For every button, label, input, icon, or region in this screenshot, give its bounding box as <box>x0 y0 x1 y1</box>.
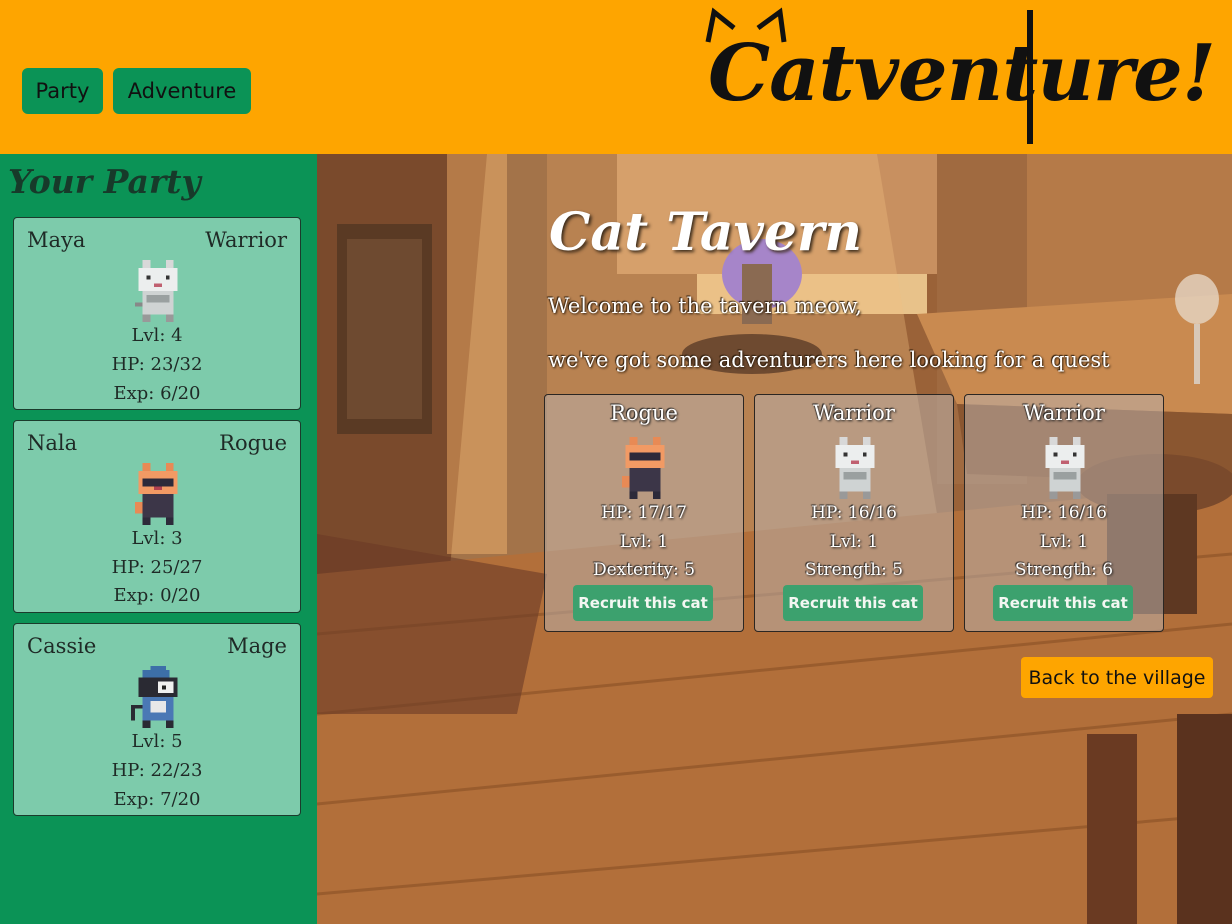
member-class: Warrior <box>205 228 287 252</box>
recruit-hp: HP: 16/16 <box>811 503 897 523</box>
recruit-button[interactable]: Recruit this cat <box>573 585 713 621</box>
recruit-level: Lvl: 1 <box>619 532 669 552</box>
recruit-button[interactable]: Recruit this cat <box>993 585 1133 621</box>
orange-cat-sprite-icon <box>134 463 178 525</box>
party-member-card: Nala Rogue Lvl: 3 HP: 25/27 Exp: 0/20 <box>13 420 301 613</box>
sidebar-title: Your Party <box>8 162 201 201</box>
member-exp: Exp: 7/20 <box>113 789 201 810</box>
recruit-stat: Dexterity: 5 <box>592 560 696 580</box>
party-member-card: Maya Warrior Lvl: 4 HP: 23/32 Exp: 6/20 <box>13 217 301 410</box>
member-hp: HP: 23/32 <box>111 354 203 375</box>
member-name: Nala <box>27 431 78 455</box>
party-nav-button[interactable]: Party <box>22 68 103 114</box>
tavern-title: Cat Tavern <box>549 202 863 263</box>
recruit-stat: Strength: 6 <box>1014 560 1114 580</box>
member-class: Mage <box>227 634 287 658</box>
recruit-card: Warrior HP: 16/16 Lvl: 1 Strength: 5 Rec… <box>754 394 954 632</box>
member-exp: Exp: 0/20 <box>113 585 201 606</box>
member-level: Lvl: 5 <box>131 731 183 752</box>
recruit-hp: HP: 17/17 <box>601 503 687 523</box>
member-name: Maya <box>27 228 86 252</box>
recruit-card: Rogue HP: 17/17 Lvl: 1 Dexterity: 5 Recr… <box>544 394 744 632</box>
recruit-class: Warrior <box>813 401 895 425</box>
recruit-card: Warrior HP: 16/16 Lvl: 1 Strength: 6 Rec… <box>964 394 1164 632</box>
top-header: Party Adventure Catventure! <box>0 0 1232 154</box>
wizard-cat-sprite-icon <box>130 666 178 728</box>
logo-text: Catventure! <box>708 28 1216 119</box>
party-sidebar: Your Party Maya Warrior Lvl: 4 HP: 23/32… <box>0 154 317 924</box>
recruit-level: Lvl: 1 <box>1039 532 1089 552</box>
member-name: Cassie <box>27 634 97 658</box>
member-hp: HP: 22/23 <box>111 760 203 781</box>
member-exp: Exp: 6/20 <box>113 383 201 404</box>
recruit-class: Rogue <box>610 401 678 425</box>
back-to-village-button[interactable]: Back to the village <box>1021 657 1213 698</box>
member-class: Rogue <box>219 431 287 455</box>
tavern-welcome-line: we've got some adventurers here looking … <box>548 348 1110 372</box>
white-cat-sprite-icon <box>835 437 875 499</box>
member-hp: HP: 25/27 <box>111 557 203 578</box>
orange-cat-sprite-icon <box>621 437 665 499</box>
recruit-button[interactable]: Recruit this cat <box>783 585 923 621</box>
white-cat-sprite-icon <box>134 260 178 322</box>
catventure-logo: Catventure! <box>700 6 1216 148</box>
adventure-nav-button[interactable]: Adventure <box>113 68 251 114</box>
member-level: Lvl: 3 <box>131 528 183 549</box>
tavern-welcome-line: Welcome to the tavern meow, <box>548 294 862 318</box>
recruit-stat: Strength: 5 <box>804 560 904 580</box>
tavern-scene: Cat Tavern Welcome to the tavern meow, w… <box>317 154 1232 924</box>
recruit-class: Warrior <box>1023 401 1105 425</box>
party-member-card: Cassie Mage Lvl: 5 HP: 22/23 Exp: 7/20 <box>13 623 301 816</box>
white-cat-sprite-icon <box>1045 437 1085 499</box>
member-level: Lvl: 4 <box>131 325 183 346</box>
recruit-level: Lvl: 1 <box>829 532 879 552</box>
recruit-hp: HP: 16/16 <box>1021 503 1107 523</box>
